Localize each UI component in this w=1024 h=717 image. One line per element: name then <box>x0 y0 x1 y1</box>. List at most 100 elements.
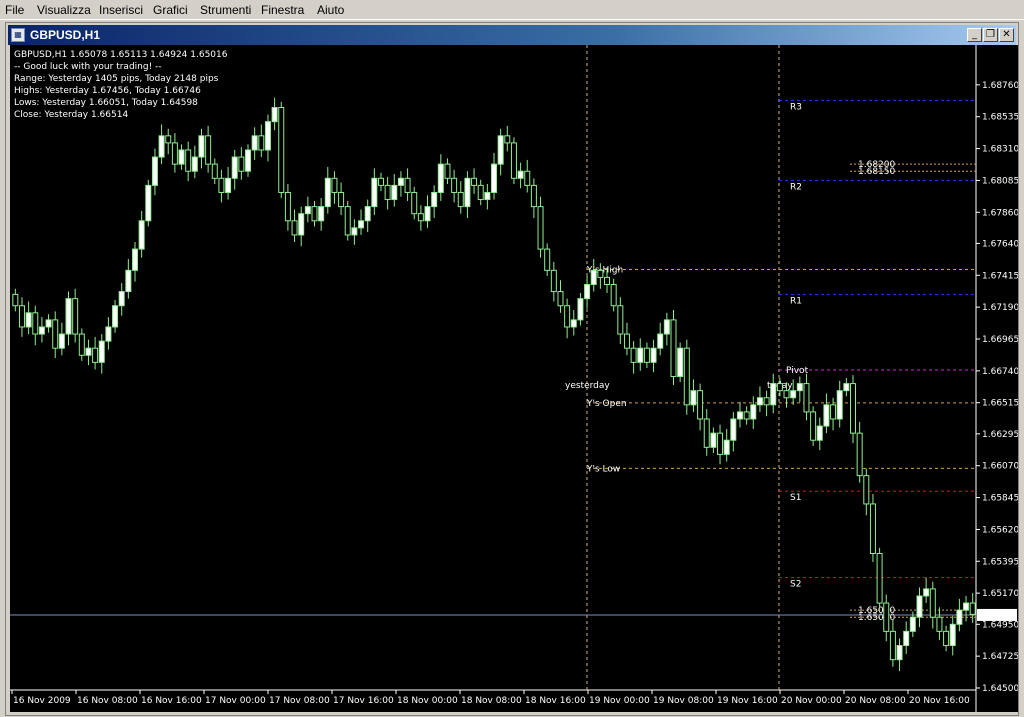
title-bar[interactable]: ▦ GBPUSD,H1 _ ❐ ✕ <box>8 25 1016 45</box>
candle-body <box>344 206 351 236</box>
candle-body <box>850 383 857 434</box>
candle-body <box>969 602 976 615</box>
tag-label: 1.68150 <box>858 167 895 177</box>
candle-body <box>524 170 531 186</box>
menu-grafici[interactable]: Grafici <box>153 3 188 17</box>
candle-body <box>351 227 358 236</box>
candle-body <box>304 206 311 215</box>
candle-body <box>909 616 916 632</box>
candle-body <box>943 630 950 647</box>
x-tick-label: 20 Nov 00:00 <box>781 696 842 706</box>
candle-body <box>291 220 298 236</box>
candle-body <box>550 269 557 293</box>
price-chart[interactable]: 1.68760 1.68535 1.68310 1.68085 1.67860 1.676… <box>10 45 1018 712</box>
candle-body <box>863 475 870 505</box>
candle-body <box>258 135 265 151</box>
candle-body <box>78 333 85 356</box>
y-tick-label: 1.65845 <box>982 494 1018 504</box>
y-tick-label: 1.66965 <box>982 335 1018 345</box>
level-label-r1: R1 <box>790 296 802 306</box>
x-tick-label: 17 Nov 16:00 <box>333 696 394 706</box>
candle-body <box>517 170 524 179</box>
candle-body <box>58 333 65 349</box>
y-tick-label: 1.65170 <box>982 589 1018 599</box>
candle-body <box>710 432 717 448</box>
candle-body <box>397 177 404 186</box>
candle-body <box>949 623 956 647</box>
candle-body <box>165 135 172 144</box>
x-tick-label: 20 Nov 16:00 <box>909 696 970 706</box>
menu-aiuto[interactable]: Aiuto <box>317 3 344 17</box>
candle-body <box>843 383 850 392</box>
candle-body <box>191 156 198 172</box>
candle-body <box>617 305 624 335</box>
window-title: GBPUSD,H1 <box>30 28 101 42</box>
candle-body <box>570 319 577 328</box>
candle-body <box>723 439 730 455</box>
candle-body <box>703 418 710 448</box>
candle-body <box>883 602 890 632</box>
y-tick-label: 1.64725 <box>982 652 1018 662</box>
candle-body <box>185 149 192 172</box>
y-tick-label: 1.65620 <box>982 525 1018 535</box>
candle-body <box>12 293 19 307</box>
candle-body <box>956 609 963 625</box>
menu-strumenti[interactable]: Strumenti <box>200 3 251 17</box>
candle-body <box>417 213 424 222</box>
candle-body <box>670 319 677 378</box>
minimize-button[interactable]: _ <box>967 28 982 42</box>
candle-body <box>105 326 112 342</box>
candle-body <box>577 298 584 321</box>
candle-body <box>411 191 418 215</box>
info-line-highs: Highs: Yesterday 1.67456, Today 1.66746 <box>14 86 201 96</box>
candle-body <box>929 588 936 618</box>
chart-canvas[interactable]: 1.68760 1.68535 1.68310 1.68085 1.67860 1.676… <box>10 45 1018 712</box>
restore-button[interactable]: ❐ <box>983 28 998 42</box>
candle-body <box>451 177 458 193</box>
x-tick-label: 16 Nov 16:00 <box>141 696 202 706</box>
candle-body <box>677 347 684 378</box>
level-label-s2: S2 <box>790 580 801 590</box>
x-tick-label: 19 Nov 08:00 <box>653 696 714 706</box>
candle-body <box>936 616 943 632</box>
candle-body <box>118 291 125 307</box>
y-tick-label: 1.68760 <box>982 81 1018 91</box>
candle-body <box>298 213 305 236</box>
level-label-s1: S1 <box>790 493 801 503</box>
candle-body <box>278 107 285 193</box>
level-label-y-s-low: Y's Low <box>586 464 620 474</box>
menu-bar: File Visualizza Inserisci Grafici Strume… <box>0 0 1024 20</box>
candle-body <box>145 184 152 222</box>
candle-body <box>324 177 331 208</box>
current-price-label: 1.65016 <box>980 611 1017 621</box>
candle-body <box>131 248 138 271</box>
candle-body <box>464 177 471 208</box>
close-button[interactable]: ✕ <box>999 28 1014 42</box>
candle-body <box>604 276 611 285</box>
y-tick-label: 1.67640 <box>982 239 1018 249</box>
candle-body <box>404 177 411 193</box>
candle-body <box>736 411 743 420</box>
level-label-r3: R3 <box>790 102 802 112</box>
menu-visualizza[interactable]: Visualizza <box>37 3 91 17</box>
candle-body <box>364 206 371 222</box>
candle-body <box>697 390 704 420</box>
y-tick-label: 1.66740 <box>982 367 1018 377</box>
candle-body <box>590 269 597 285</box>
x-tick-label: 19 Nov 00:00 <box>589 696 650 706</box>
level-label-r2: R2 <box>790 182 802 192</box>
menu-file[interactable]: File <box>5 3 24 17</box>
menu-finestra[interactable]: Finestra <box>261 3 304 17</box>
menu-inserisci[interactable]: Inserisci <box>99 3 143 17</box>
candle-body <box>112 305 119 328</box>
candle-body <box>783 390 790 399</box>
candle-body <box>903 630 910 647</box>
candle-body <box>869 503 876 554</box>
candle-body <box>557 291 564 307</box>
candle-body <box>225 177 232 193</box>
candle-body <box>377 177 384 186</box>
y-tick-label: 1.65395 <box>982 557 1018 567</box>
y-tick-label: 1.66070 <box>982 462 1018 472</box>
y-tick-label: 1.68085 <box>982 176 1018 186</box>
candle-body <box>816 425 823 441</box>
